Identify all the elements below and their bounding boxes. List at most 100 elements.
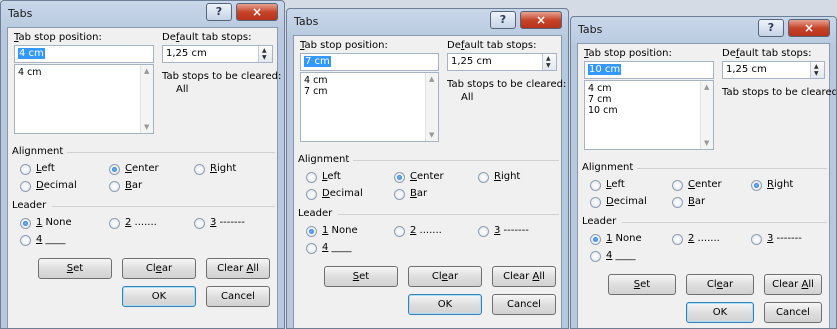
alignment-decimal-label[interactable]: Decimal [36,180,77,191]
radio-bar[interactable] [109,181,120,192]
set-button[interactable]: Set [608,274,676,295]
tab-stop-position-input[interactable]: 10 cm [584,61,714,79]
help-button[interactable]: ? [206,3,232,21]
leader-4-label[interactable]: 4 ____ [322,242,352,253]
tab-stops-scrollbar[interactable]: ▲ ▼ [425,73,438,141]
clear-all-button[interactable]: Clear All [492,266,556,287]
tab-stop-position-input[interactable]: 4 cm [14,45,154,63]
radio-leader-1[interactable] [20,218,31,229]
scroll-down-icon[interactable]: ▼ [704,139,709,147]
default-tab-stops-input[interactable]: 1,25 cm ▲ ▼ [162,45,273,63]
ok-button[interactable]: OK [408,294,482,315]
cancel-button[interactable]: Cancel [206,286,270,307]
radio-leader-4[interactable] [20,235,31,246]
list-item[interactable]: 10 cm [588,105,710,116]
ok-button[interactable]: OK [122,286,196,307]
radio-leader-2[interactable] [394,226,405,237]
spin-up-icon[interactable]: ▲ [814,63,819,70]
leader-3-label[interactable]: 3 ------- [767,233,802,244]
clear-all-button[interactable]: Clear All [206,258,270,279]
clear-button[interactable]: Clear [408,266,482,287]
alignment-center-label[interactable]: Center [410,171,444,182]
spin-up-icon[interactable]: ▲ [262,47,267,54]
leader-2-label[interactable]: 2 ....... [125,217,157,228]
radio-leader-1[interactable] [306,226,317,237]
radio-center[interactable] [109,164,120,175]
leader-1-label[interactable]: 1 None [36,217,72,228]
leader-2-label[interactable]: 2 ....... [410,225,442,236]
help-button[interactable]: ? [490,11,516,29]
scroll-up-icon[interactable]: ▲ [704,83,709,91]
tab-stops-list[interactable]: 4 cm ▲ ▼ [14,64,154,134]
title-bar[interactable]: Tabs ? × [571,17,836,43]
radio-bar[interactable] [394,189,405,200]
radio-left[interactable] [590,180,601,191]
alignment-center-label[interactable]: Center [688,179,722,190]
help-button[interactable]: ? [758,19,784,37]
spin-down-icon[interactable]: ▼ [546,62,551,69]
list-item[interactable]: 4 cm [304,75,435,86]
clear-all-button[interactable]: Clear All [764,274,822,295]
list-item[interactable]: 4 cm [588,83,710,94]
radio-leader-1[interactable] [590,234,601,245]
cancel-button[interactable]: Cancel [492,294,556,315]
list-item[interactable]: 7 cm [304,86,435,97]
default-tab-stops-input[interactable]: 1,25 cm ▲ ▼ [722,61,825,79]
tab-stops-list[interactable]: 4 cm 7 cm 10 cm ▲ ▼ [584,80,714,150]
alignment-right-label[interactable]: Right [494,171,520,182]
radio-left[interactable] [20,164,31,175]
alignment-bar-label[interactable]: Bar [125,180,142,191]
leader-1-label[interactable]: 1 None [322,225,358,236]
cancel-button[interactable]: Cancel [764,302,822,323]
tab-stops-scrollbar[interactable]: ▲ ▼ [700,81,713,149]
set-button[interactable]: Set [324,266,398,287]
radio-right[interactable] [751,180,762,191]
radio-leader-2[interactable] [672,234,683,245]
leader-4-label[interactable]: 4 ____ [606,250,636,261]
radio-leader-2[interactable] [109,218,120,229]
scroll-up-icon[interactable]: ▲ [429,75,434,83]
radio-leader-3[interactable] [478,226,489,237]
set-button[interactable]: Set [38,258,112,279]
close-button[interactable]: × [520,11,562,29]
radio-center[interactable] [672,180,683,191]
radio-leader-3[interactable] [751,234,762,245]
spin-down-icon[interactable]: ▼ [262,54,267,61]
radio-center[interactable] [394,172,405,183]
radio-bar[interactable] [672,197,683,208]
radio-right[interactable] [194,164,205,175]
title-bar[interactable]: Tabs ? × [287,9,568,35]
radio-leader-4[interactable] [306,243,317,254]
alignment-bar-label[interactable]: Bar [410,188,427,199]
leader-4-label[interactable]: 4 ____ [36,234,66,245]
radio-right[interactable] [478,172,489,183]
default-tab-stops-spinner[interactable]: ▲ ▼ [258,46,272,62]
alignment-decimal-label[interactable]: Decimal [606,196,647,207]
alignment-right-label[interactable]: Right [210,163,236,174]
alignment-center-label[interactable]: Center [125,163,159,174]
radio-decimal[interactable] [20,181,31,192]
radio-decimal[interactable] [590,197,601,208]
title-bar[interactable]: Tabs ? × [1,1,284,27]
tab-stop-position-input[interactable]: 7 cm [300,53,439,71]
alignment-decimal-label[interactable]: Decimal [322,188,363,199]
alignment-left-label[interactable]: Left [36,163,55,174]
scroll-down-icon[interactable]: ▼ [144,123,149,131]
close-button[interactable]: × [236,3,278,21]
tab-stops-list[interactable]: 4 cm 7 cm ▲ ▼ [300,72,439,142]
list-item[interactable]: 7 cm [588,94,710,105]
leader-2-label[interactable]: 2 ....... [688,233,720,244]
tab-stops-scrollbar[interactable]: ▲ ▼ [140,65,153,133]
spin-up-icon[interactable]: ▲ [546,55,551,62]
leader-3-label[interactable]: 3 ------- [494,225,529,236]
ok-button[interactable]: OK [686,302,754,323]
default-tab-stops-spinner[interactable]: ▲ ▼ [542,54,556,70]
spin-down-icon[interactable]: ▼ [814,70,819,77]
leader-3-label[interactable]: 3 ------- [210,217,245,228]
radio-decimal[interactable] [306,189,317,200]
clear-button[interactable]: Clear [122,258,196,279]
alignment-bar-label[interactable]: Bar [688,196,705,207]
list-item[interactable]: 4 cm [18,67,150,78]
radio-left[interactable] [306,172,317,183]
alignment-left-label[interactable]: Left [606,179,625,190]
